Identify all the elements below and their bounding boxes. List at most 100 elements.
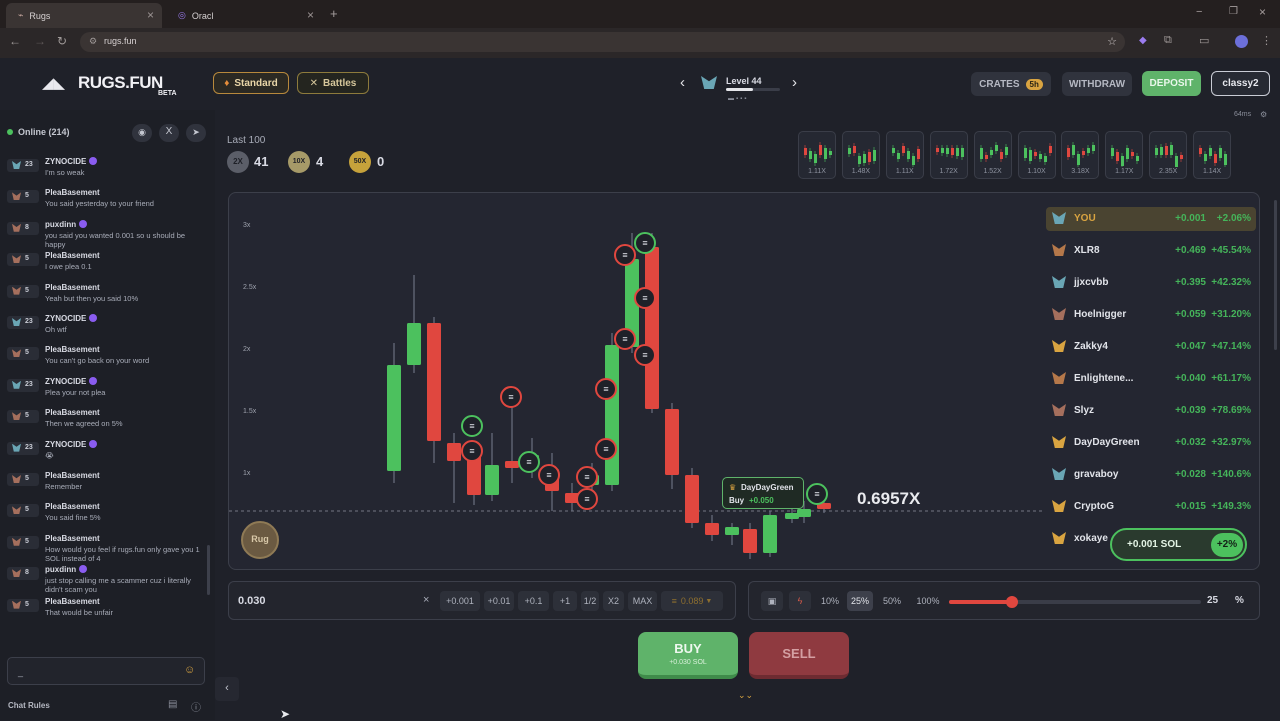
chat-username[interactable]: ZYNOCIDE bbox=[45, 376, 98, 386]
chat-username[interactable]: ZYNOCIDE bbox=[45, 439, 98, 449]
lightning-icon[interactable]: ϟ bbox=[789, 591, 811, 611]
leaderboard-row[interactable]: CryptoG +0.015 +149.3% bbox=[1046, 495, 1256, 519]
back-icon[interactable]: ← bbox=[9, 34, 21, 48]
leaderboard-row[interactable]: jjxcvbb +0.395 +42.32% bbox=[1046, 271, 1256, 295]
chat-username[interactable]: PleaBasement bbox=[45, 502, 100, 511]
chat-username[interactable]: ZYNOCIDE bbox=[45, 157, 98, 166]
extension-icon[interactable]: ◆ bbox=[1139, 35, 1147, 46]
close-tab-icon[interactable]: × bbox=[147, 8, 154, 22]
leaderboard-row[interactable]: DayDayGreen +0.032 +32.97% bbox=[1046, 431, 1256, 455]
page-scrollbar[interactable] bbox=[1274, 200, 1277, 350]
chat-message-list[interactable]: 23 ZYNOCIDE I'm so weak 5 PleaBasement Yo… bbox=[0, 156, 210, 646]
help-icon[interactable]: ⓘ bbox=[191, 699, 201, 714]
mode-standard-button[interactable]: ♦ Standard bbox=[213, 72, 289, 94]
history-round[interactable]: 1.72X bbox=[929, 131, 968, 179]
restore-icon[interactable]: ❐ bbox=[1229, 6, 1238, 17]
chat-username[interactable]: PleaBasement bbox=[45, 345, 100, 354]
close-window-icon[interactable]: × bbox=[1259, 5, 1266, 19]
history-round[interactable]: 1.52X bbox=[973, 131, 1012, 179]
chat-username[interactable]: PleaBasement bbox=[45, 283, 100, 292]
deposit-button[interactable]: DEPOSIT bbox=[1142, 71, 1201, 96]
percent-button[interactable]: 50% bbox=[877, 591, 907, 611]
leaderboard-row[interactable]: Zakky4 +0.047 +47.14% bbox=[1046, 335, 1256, 359]
new-tab-icon[interactable]: + bbox=[330, 6, 338, 21]
clear-amount-button[interactable]: × bbox=[423, 594, 429, 606]
logo[interactable]: ◢◣ RUGS.FUN BETA bbox=[42, 70, 192, 100]
forward-icon[interactable]: → bbox=[34, 34, 46, 48]
chat-username[interactable]: puxdinn bbox=[45, 219, 88, 229]
history-round[interactable]: 1.11X bbox=[798, 131, 836, 179]
quick-amount-button[interactable]: +0.01 bbox=[484, 591, 514, 611]
current-multiplier: 0.6957X bbox=[857, 489, 921, 508]
leaderboard-row[interactable]: XLR8 +0.469 +45.54% bbox=[1046, 239, 1256, 263]
withdraw-button[interactable]: WITHDRAW bbox=[1062, 72, 1132, 96]
quick-amount-button[interactable]: 1/2 bbox=[581, 591, 599, 611]
profile-avatar[interactable] bbox=[1235, 35, 1248, 48]
history-round[interactable]: 1.48X bbox=[841, 131, 880, 179]
leaderboard-row[interactable]: Hoelnigger +0.059 +31.20% bbox=[1046, 303, 1256, 327]
rules-book-icon[interactable]: ▤ bbox=[168, 699, 177, 710]
double-chevron-down-icon[interactable]: ⌄⌄ bbox=[738, 690, 753, 701]
crates-button[interactable]: CRATES 5h bbox=[971, 72, 1051, 96]
account-button[interactable]: classy2 bbox=[1211, 71, 1270, 96]
leaderboard-row[interactable]: YOU +0.001 +2.06% bbox=[1046, 207, 1256, 231]
browser-menu-icon[interactable]: ⋮ bbox=[1261, 34, 1272, 47]
tab-oracl[interactable]: ◎ Oracl × bbox=[166, 3, 322, 28]
discord-icon[interactable]: ◉ bbox=[132, 124, 152, 142]
chat-username[interactable]: PleaBasement bbox=[45, 408, 100, 417]
chat-message: 23 ZYNOCIDE Oh wtf bbox=[0, 313, 210, 344]
buy-button[interactable]: BUY +0.030 SOL bbox=[638, 632, 738, 679]
chat-text: You can't go back on your word bbox=[45, 356, 150, 366]
chat-username[interactable]: PleaBasement bbox=[45, 188, 100, 197]
amount-input[interactable]: 0.030 bbox=[238, 595, 266, 607]
chat-username[interactable]: puxdinn bbox=[45, 565, 88, 574]
address-bar[interactable]: ⚙ rugs.fun ☆ bbox=[80, 32, 1125, 52]
history-round[interactable]: 1.11X bbox=[885, 131, 924, 179]
rank-icon bbox=[1052, 500, 1066, 512]
chat-rules-link[interactable]: Chat Rules bbox=[8, 701, 50, 710]
chat-username[interactable]: PleaBasement bbox=[45, 471, 100, 480]
leaderboard-row[interactable]: Slyz +0.039 +78.69% bbox=[1046, 399, 1256, 423]
quick-amount-button[interactable]: +0.001 bbox=[440, 591, 480, 611]
level-next-icon[interactable]: › bbox=[792, 74, 797, 91]
percent-button[interactable]: 100% bbox=[911, 591, 945, 611]
level-prev-icon[interactable]: ‹ bbox=[680, 74, 685, 91]
percent-button[interactable]: 10% bbox=[817, 591, 843, 611]
tab-rugs[interactable]: ⌁ Rugs × bbox=[6, 3, 162, 28]
reload-icon[interactable]: ↻ bbox=[57, 34, 67, 48]
chat-input[interactable]: _ ☺ bbox=[7, 657, 205, 685]
quick-amount-button[interactable]: +1 bbox=[553, 591, 577, 611]
history-round[interactable]: 1.14X bbox=[1193, 131, 1232, 179]
quick-amount-button[interactable]: X2 bbox=[603, 591, 624, 611]
leaderboard-row[interactable]: gravaboy +0.028 +140.6% bbox=[1046, 463, 1256, 487]
history-round[interactable]: 1.17X bbox=[1105, 131, 1144, 179]
lock-icon[interactable]: ▣ bbox=[761, 591, 783, 611]
sell-button[interactable]: SELL bbox=[749, 632, 849, 679]
site-info-icon[interactable]: ⚙ bbox=[89, 36, 97, 47]
chat-username[interactable]: PleaBasement bbox=[45, 597, 100, 606]
telegram-icon[interactable]: ➤ bbox=[186, 124, 206, 142]
bookmark-star-icon[interactable]: ☆ bbox=[1107, 35, 1117, 48]
chat-username[interactable]: PleaBasement bbox=[45, 251, 100, 260]
close-tab-icon[interactable]: × bbox=[307, 8, 314, 22]
chat-username[interactable]: ZYNOCIDE bbox=[45, 314, 98, 323]
minimize-icon[interactable]: − bbox=[1196, 6, 1202, 18]
quick-amount-button[interactable]: MAX bbox=[628, 591, 657, 611]
sidepanel-icon[interactable]: ▭ bbox=[1199, 34, 1209, 47]
chat-scrollbar[interactable] bbox=[207, 545, 210, 595]
x-twitter-icon[interactable]: X bbox=[159, 124, 179, 142]
history-round[interactable]: 3.18X bbox=[1061, 131, 1100, 179]
quick-amount-button[interactable]: +0.1 bbox=[518, 591, 549, 611]
mode-battles-button[interactable]: ✕ Battles bbox=[297, 72, 369, 94]
percent-button[interactable]: 25% bbox=[847, 591, 873, 611]
chat-username[interactable]: PleaBasement bbox=[45, 534, 100, 543]
emoji-icon[interactable]: ☺ bbox=[184, 664, 195, 676]
leaderboard-row[interactable]: Enlightene... +0.040 +61.17% bbox=[1046, 367, 1256, 391]
collapse-sidebar-icon[interactable]: ‹ bbox=[215, 677, 239, 701]
history-round[interactable]: 2.35X bbox=[1149, 131, 1188, 179]
settings-icon[interactable]: ⚙ bbox=[1260, 110, 1267, 119]
history-round[interactable]: 1.10X bbox=[1017, 131, 1056, 179]
x10-badge: 10X bbox=[288, 151, 310, 173]
puzzle-icon[interactable]: ⧉ bbox=[1164, 34, 1172, 47]
sell-slider[interactable] bbox=[949, 596, 1201, 608]
